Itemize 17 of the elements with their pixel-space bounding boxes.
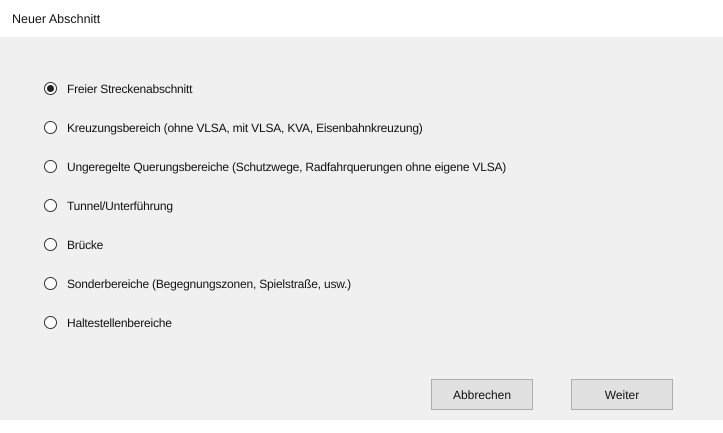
radio-option[interactable]: Sonderbereiche (Begegnungszonen, Spielstraße, usw.) — [44, 276, 723, 291]
window-title: Neuer Abschnitt — [12, 12, 100, 26]
radio-button[interactable] — [44, 277, 57, 290]
radio-button[interactable] — [44, 316, 57, 329]
radio-option[interactable]: Haltestellenbereiche — [44, 315, 723, 330]
radio-button[interactable] — [44, 121, 57, 134]
radio-option[interactable]: Kreuzungsbereich (ohne VLSA, mit VLSA, KVA, Eisenbahnkreuzung) — [44, 120, 723, 135]
radio-option[interactable]: Tunnel/Unterführung — [44, 198, 723, 213]
dialog-button[interactable]: Abbrechen — [431, 379, 533, 410]
radio-button[interactable] — [44, 160, 57, 173]
radio-button[interactable] — [44, 199, 57, 212]
radio-button[interactable] — [44, 238, 57, 251]
radio-option[interactable]: Brücke — [44, 237, 723, 252]
radio-option[interactable]: Freier Streckenabschnitt — [44, 81, 723, 96]
radio-button[interactable] — [44, 82, 57, 95]
dialog-button[interactable]: Weiter — [571, 379, 673, 410]
radio-option[interactable]: Ungeregelte Querungsbereiche (Schutzwege, Radfahrquerungen ohne eigene VLSA) — [44, 159, 723, 174]
